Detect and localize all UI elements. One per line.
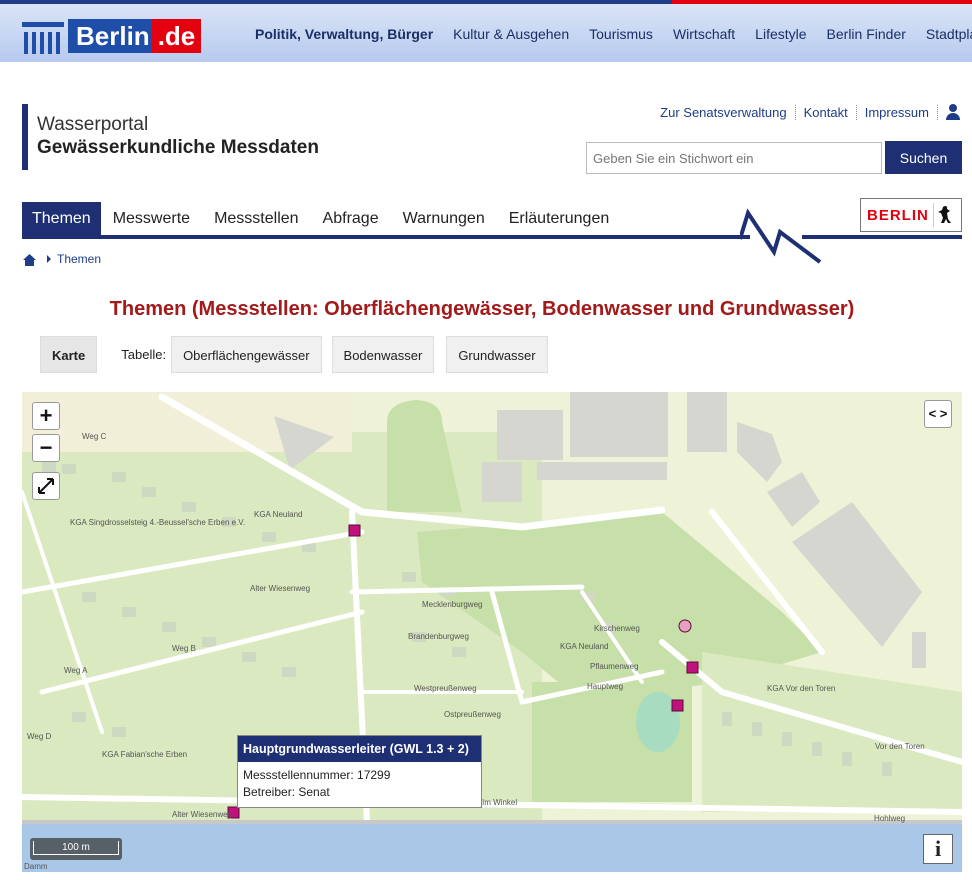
map-label-alter-wiesenweg: Alter Wiesenweg bbox=[250, 584, 311, 593]
portal-nav-tourismus[interactable]: Tourismus bbox=[589, 26, 653, 42]
tabelle-label: Tabelle: bbox=[121, 347, 167, 362]
expand-icon bbox=[38, 478, 54, 494]
portal-nav-lifestyle[interactable]: Lifestyle bbox=[755, 26, 806, 42]
panel-toggle-button[interactable]: < > bbox=[924, 400, 952, 428]
site-title[interactable]: Wasserportal Gewässerkundliche Messdaten bbox=[22, 104, 319, 170]
search-input[interactable] bbox=[586, 142, 882, 174]
zoom-in-button[interactable]: + bbox=[32, 402, 60, 430]
portal-nav-kultur[interactable]: Kultur & Ausgehen bbox=[453, 26, 569, 42]
map-label-alter-wiesenweg-2: Alter Wiesenweg bbox=[172, 810, 233, 819]
map-label-hauptweg: Hauptweg bbox=[587, 682, 624, 691]
user-icon[interactable] bbox=[946, 104, 960, 120]
site-title-line1: Wasserportal bbox=[37, 114, 149, 135]
station-popup: Hauptgrundwasserleiter (GWL 1.3 + 2) Mes… bbox=[237, 735, 482, 808]
nav-underline-right bbox=[802, 235, 962, 239]
zoom-out-button[interactable]: − bbox=[32, 434, 60, 462]
portal-nav-finder[interactable]: Berlin Finder bbox=[827, 26, 906, 42]
map-label-westpreussenweg: Westpreußenweg bbox=[414, 684, 477, 693]
nav-messstellen[interactable]: Messstellen bbox=[202, 202, 310, 236]
berlin-de-logo[interactable]: Berlin .de bbox=[22, 16, 202, 56]
page-title: Themen (Messstellen: Oberflächengewässer… bbox=[109, 298, 855, 320]
link-impressum[interactable]: Impressum bbox=[857, 104, 938, 120]
map-label-weg-d: Weg D bbox=[27, 732, 52, 741]
page-card: Wasserportal Gewässerkundliche Messdaten… bbox=[2, 82, 972, 880]
popup-title: Hauptgrundwasserleiter (GWL 1.3 + 2) bbox=[238, 736, 481, 762]
link-kontakt[interactable]: Kontakt bbox=[796, 104, 857, 120]
home-icon[interactable] bbox=[22, 253, 37, 266]
site-title-line2: Gewässerkundliche Messdaten bbox=[37, 137, 319, 158]
map-label-damm: Damm bbox=[24, 862, 48, 871]
map-label-kga-fabian: KGA Fabian'sche Erben bbox=[102, 750, 188, 759]
tab-bodenwasser[interactable]: Bodenwasser bbox=[331, 336, 435, 373]
portal-header: Berlin .de Politik, Verwaltung, Bürger Ku… bbox=[0, 0, 972, 62]
map-label-ostpreussenweg: Ostpreußenweg bbox=[444, 710, 501, 719]
main-nav: Themen Messwerte Messstellen Abfrage War… bbox=[22, 202, 621, 236]
view-tabs: Karte Tabelle: Oberflächengewässer Boden… bbox=[40, 336, 548, 373]
scale-bar: 100 m bbox=[30, 838, 122, 860]
map-label-weg-b: Weg B bbox=[172, 644, 196, 653]
berlin-bear-icon bbox=[933, 203, 951, 227]
portal-nav-politik[interactable]: Politik, Verwaltung, Bürger bbox=[255, 26, 433, 42]
map-label-vor-den-toren: Vor den Toren bbox=[875, 742, 925, 751]
berlin-badge-text: BERLIN bbox=[867, 206, 929, 224]
station-marker bbox=[671, 699, 684, 712]
breadcrumb-themen[interactable]: Themen bbox=[57, 252, 101, 266]
breadcrumb: Themen bbox=[22, 252, 101, 266]
nav-erlaeuterungen[interactable]: Erläuterungen bbox=[497, 202, 622, 236]
station-marker bbox=[348, 524, 361, 537]
logo-wordmark: Berlin .de bbox=[68, 19, 202, 53]
nav-messwerte[interactable]: Messwerte bbox=[101, 202, 202, 236]
berlin-badge[interactable]: BERLIN bbox=[860, 198, 962, 232]
popup-operator: Betreiber: Senat bbox=[243, 785, 330, 799]
map-label-kga-neuland: KGA Neuland bbox=[254, 510, 303, 519]
portal-nav-wirtschaft[interactable]: Wirtschaft bbox=[673, 26, 735, 42]
popup-station-number: Messstellennummer: 17299 bbox=[243, 768, 391, 782]
map-label-mecklenburgweg: Mecklenburgweg bbox=[422, 600, 483, 609]
tab-karte[interactable]: Karte bbox=[40, 336, 98, 373]
scale-label: 100 m bbox=[33, 841, 119, 855]
link-senatsverwaltung[interactable]: Zur Senatsverwaltung bbox=[652, 104, 796, 120]
service-links: Zur Senatsverwaltung Kontakt Impressum bbox=[652, 104, 960, 120]
map-view[interactable]: Weg C Weg B Weg A Weg D Hauptweg KGA Sin… bbox=[22, 392, 962, 872]
map-label-hohlweg: Hohlweg bbox=[874, 814, 906, 823]
info-button[interactable]: i bbox=[923, 834, 953, 864]
portal-nav: Politik, Verwaltung, Bürger Kultur & Aus… bbox=[255, 26, 972, 42]
breadcrumb-arrow-icon bbox=[47, 255, 51, 263]
map-label-kga-vor-den-toren: KGA Vor den Toren bbox=[767, 684, 836, 693]
map-label-kga-neuland-2: KGA Neuland bbox=[560, 642, 609, 651]
nav-themen[interactable]: Themen bbox=[22, 202, 101, 236]
brandenburg-gate-icon bbox=[22, 18, 64, 54]
map-label-kirschenweg: Kirschenweg bbox=[594, 624, 640, 633]
nav-warnungen[interactable]: Warnungen bbox=[391, 202, 497, 236]
nav-abfrage[interactable]: Abfrage bbox=[311, 202, 391, 236]
fullscreen-button[interactable] bbox=[32, 472, 60, 500]
map-label-weg-c: Weg C bbox=[82, 432, 107, 441]
map-label-brandenburgweg: Brandenburgweg bbox=[408, 632, 469, 641]
map-label-kga-singdrossel: KGA Singdrosselsteig 4.-Beussel'sche Erb… bbox=[70, 518, 246, 527]
tab-grundwasser[interactable]: Grundwasser bbox=[446, 336, 548, 373]
search-button[interactable]: Suchen bbox=[885, 141, 962, 174]
tab-oberflaechengewaesser[interactable]: Oberflächengewässer bbox=[171, 336, 322, 373]
station-marker bbox=[686, 661, 699, 674]
station-marker-round bbox=[678, 619, 692, 633]
map-label-weg-a: Weg A bbox=[64, 666, 88, 675]
brand-stripe bbox=[672, 0, 972, 4]
map-label-im-winkel: Im Winkel bbox=[482, 798, 518, 807]
map-label-pflaumenweg: Pflaumenweg bbox=[590, 662, 639, 671]
portal-nav-stadtplan[interactable]: Stadtplan bbox=[926, 26, 972, 42]
nav-underline bbox=[22, 235, 750, 239]
